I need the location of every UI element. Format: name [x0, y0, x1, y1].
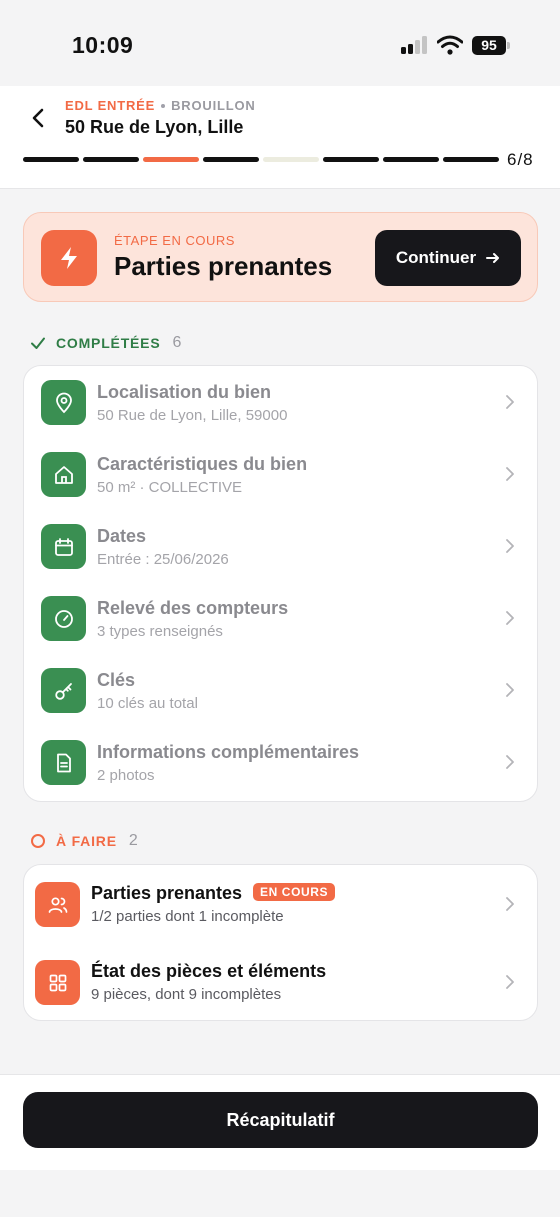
home-icon	[41, 452, 86, 497]
document-icon	[41, 740, 86, 785]
completed-list: Localisation du bien 50 Rue de Lyon, Lil…	[23, 365, 538, 802]
list-item-subtitle: 50 m² · COLLECTIVE	[97, 479, 243, 496]
key-icon	[41, 668, 86, 713]
calendar-icon	[41, 524, 86, 569]
chevron-right-icon	[506, 611, 514, 625]
bolt-icon	[41, 230, 97, 286]
status-badge: EN COURS	[253, 883, 336, 901]
list-item-subtitle: 2 photos	[97, 767, 155, 784]
list-item-compteurs[interactable]: Relevé des compteurs 3 types renseignés	[24, 582, 537, 654]
list-item-informations[interactable]: Informations complémentaires 2 photos	[24, 726, 537, 798]
list-item-title: Clés	[97, 670, 136, 690]
wifi-icon	[437, 35, 463, 55]
status-bar: 10:09 95	[0, 0, 560, 86]
separator-dot	[161, 103, 166, 108]
status-time: 10:09	[72, 32, 134, 58]
progress-segment	[83, 157, 139, 162]
list-item-title: Dates	[97, 526, 147, 546]
current-step-label: ÉTAPE EN COURS	[114, 233, 235, 248]
grid-icon	[35, 960, 80, 1005]
list-item-etat-des-pieces[interactable]: État des pièces et éléments 9 pièces, do…	[24, 943, 537, 1021]
summary-button[interactable]: Récapitulatif	[23, 1092, 538, 1148]
todo-label: À FAIRE	[56, 833, 117, 849]
map-pin-icon	[41, 380, 86, 425]
breadcrumb: EDL ENTRÉE BROUILLON	[65, 98, 256, 113]
completed-label: COMPLÉTÉES	[56, 335, 161, 351]
progress-segment	[443, 157, 499, 162]
draft-status: BROUILLON	[171, 98, 256, 113]
continue-button[interactable]: Continuer	[375, 230, 521, 286]
users-icon	[35, 882, 80, 927]
list-item-title: État des pièces et éléments	[91, 961, 327, 981]
circle-icon	[31, 834, 45, 848]
list-item-cles[interactable]: Clés 10 clés au total	[24, 654, 537, 726]
progress-segment	[323, 157, 379, 162]
inspection-type: EDL ENTRÉE	[65, 98, 156, 113]
chevron-right-icon	[506, 897, 514, 911]
chevron-right-icon	[506, 683, 514, 697]
battery-icon: 95	[472, 36, 506, 55]
chevron-right-icon	[506, 975, 514, 989]
page-title: 50 Rue de Lyon, Lille	[65, 117, 244, 137]
list-item-subtitle: Entrée : 25/06/2026	[97, 551, 229, 568]
list-item-title: Parties prenantes	[91, 883, 243, 903]
list-item-title: Informations complémentaires	[97, 742, 360, 762]
footer: Récapitulatif	[0, 1074, 560, 1170]
chevron-right-icon	[506, 467, 514, 481]
progress-segment-todo	[263, 157, 319, 162]
header: EDL ENTRÉE BROUILLON 50 Rue de Lyon, Lil…	[0, 86, 560, 189]
chevron-right-icon	[506, 539, 514, 553]
todo-section-header: À FAIRE 2	[30, 832, 139, 850]
check-icon	[31, 337, 45, 349]
todo-count: 2	[128, 832, 139, 849]
progress-segment	[383, 157, 439, 162]
summary-button-label: Récapitulatif	[226, 1109, 335, 1130]
current-step-card: ÉTAPE EN COURS Parties prenantes Continu…	[23, 212, 538, 302]
completed-count: 6	[172, 334, 183, 351]
list-item-parties-prenantes[interactable]: Parties prenantes EN COURS 1/2 parties d…	[24, 865, 537, 943]
signal-icon	[401, 36, 429, 54]
step-progress	[23, 157, 499, 162]
progress-segment	[23, 157, 79, 162]
progress-segment-current	[143, 157, 199, 162]
completed-section-header: COMPLÉTÉES 6	[30, 334, 182, 352]
list-item-subtitle: 9 pièces, dont 9 incomplètes	[91, 986, 282, 1003]
todo-list: Parties prenantes EN COURS 1/2 parties d…	[23, 864, 538, 1021]
list-item-title: Caractéristiques du bien	[97, 454, 308, 474]
list-item-subtitle: 3 types renseignés	[97, 623, 223, 640]
list-item-subtitle: 1/2 parties dont 1 incomplète	[91, 908, 284, 925]
list-item-title: Localisation du bien	[97, 382, 272, 402]
list-item-dates[interactable]: Dates Entrée : 25/06/2026	[24, 510, 537, 582]
progress-segment	[203, 157, 259, 162]
list-item-title: Relevé des compteurs	[97, 598, 289, 618]
battery-tip	[507, 42, 510, 49]
list-item-subtitle: 50 Rue de Lyon, Lille, 59000	[97, 407, 288, 424]
back-icon[interactable]	[24, 104, 52, 132]
list-item-localisation[interactable]: Localisation du bien 50 Rue de Lyon, Lil…	[24, 366, 537, 438]
list-item-subtitle: 10 clés au total	[97, 695, 198, 712]
current-step-title: Parties prenantes	[114, 251, 333, 281]
arrow-right-icon	[486, 253, 500, 263]
progress-count: 6/8	[507, 150, 534, 169]
list-item-caracteristiques[interactable]: Caractéristiques du bien 50 m² · COLLECT…	[24, 438, 537, 510]
gauge-icon	[41, 596, 86, 641]
chevron-right-icon	[506, 755, 514, 769]
chevron-right-icon	[506, 395, 514, 409]
continue-label: Continuer	[395, 248, 477, 267]
